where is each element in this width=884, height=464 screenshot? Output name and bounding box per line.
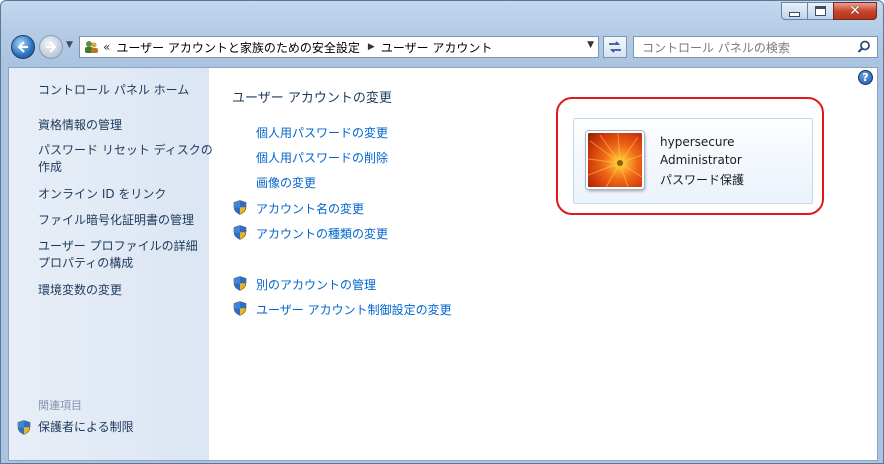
caption-buttons: ✕ xyxy=(781,2,877,20)
back-arrow-icon xyxy=(17,41,28,53)
task-change-password[interactable]: 個人用パスワードの変更 xyxy=(256,124,388,141)
uac-shield-icon xyxy=(233,276,247,291)
address-overflow-chevron[interactable]: « xyxy=(103,40,110,54)
maximize-icon xyxy=(815,6,826,16)
breadcrumb-user-accounts[interactable]: ユーザー アカウント xyxy=(381,39,493,56)
task-change-picture[interactable]: 画像の変更 xyxy=(256,174,316,191)
sidebar-link-password-reset-disk[interactable]: パスワード リセット ディスクの作成 xyxy=(38,142,214,176)
page-title: ユーザー アカウントの変更 xyxy=(232,91,392,106)
refresh-button[interactable] xyxy=(603,36,627,58)
task-remove-password[interactable]: 個人用パスワードの削除 xyxy=(256,149,388,166)
uac-shield-icon xyxy=(17,420,31,438)
user-accounts-icon xyxy=(83,39,99,55)
back-button[interactable] xyxy=(11,35,35,59)
minimize-icon xyxy=(789,11,800,17)
forward-button[interactable] xyxy=(39,35,63,59)
task-sidebar: コントロール パネル ホーム 資格情報の管理 パスワード リセット ディスクの作… xyxy=(9,68,213,460)
forward-arrow-icon xyxy=(46,41,57,53)
task-uac-settings[interactable]: ユーザー アカウント制御設定の変更 xyxy=(256,301,452,318)
uac-shield-icon xyxy=(233,200,247,215)
search-input[interactable]: コントロール パネルの検索 xyxy=(633,36,878,58)
sidebar-link-environment-variables[interactable]: 環境変数の変更 xyxy=(38,282,122,299)
close-icon: ✕ xyxy=(849,3,861,19)
maximize-button[interactable] xyxy=(807,2,834,20)
breadcrumb-separator-icon[interactable]: ▶ xyxy=(368,42,375,52)
uac-shield-icon xyxy=(233,225,247,240)
sidebar-link-online-id[interactable]: オンライン ID をリンク xyxy=(38,186,166,203)
highlight-annotation xyxy=(556,97,824,215)
help-icon[interactable]: ? xyxy=(858,70,873,85)
navigation-bar: ▼ « ユーザー アカウントと家族のための安全設定 ▶ ユーザー アカウント ▼… xyxy=(1,34,883,60)
address-dropdown-icon[interactable]: ▼ xyxy=(587,40,594,50)
sidebar-link-parental-controls[interactable]: 保護者による制限 xyxy=(38,419,134,436)
sidebar-link-encryption-certificates[interactable]: ファイル暗号化証明書の管理 xyxy=(38,212,194,229)
minimize-button[interactable] xyxy=(781,2,808,20)
sidebar-link-manage-credentials[interactable]: 資格情報の管理 xyxy=(38,117,122,134)
sidebar-link-profile-properties[interactable]: ユーザー プロファイルの詳細プロパティの構成 xyxy=(38,238,206,272)
control-panel-window: ✕ ▼ « ユーザー アカウントと家族のための安全設定 ▶ ユーザー アカウント… xyxy=(0,0,884,464)
related-topics-heading: 関連項目 xyxy=(38,399,82,412)
sidebar-link-control-panel-home[interactable]: コントロール パネル ホーム xyxy=(38,82,189,99)
task-manage-other-account[interactable]: 別のアカウントの管理 xyxy=(256,276,376,293)
refresh-icon xyxy=(609,41,621,53)
task-change-account-type[interactable]: アカウントの種類の変更 xyxy=(256,225,388,242)
task-change-account-name[interactable]: アカウント名の変更 xyxy=(256,200,364,217)
breadcrumb-family-safety[interactable]: ユーザー アカウントと家族のための安全設定 xyxy=(116,39,360,56)
uac-shield-icon xyxy=(233,301,247,316)
magnifier-icon[interactable] xyxy=(857,40,871,54)
search-placeholder: コントロール パネルの検索 xyxy=(642,40,790,55)
close-button[interactable]: ✕ xyxy=(833,2,877,20)
address-bar[interactable]: « ユーザー アカウントと家族のための安全設定 ▶ ユーザー アカウント ▼ xyxy=(79,36,599,58)
history-dropdown-icon[interactable]: ▼ xyxy=(66,40,73,50)
